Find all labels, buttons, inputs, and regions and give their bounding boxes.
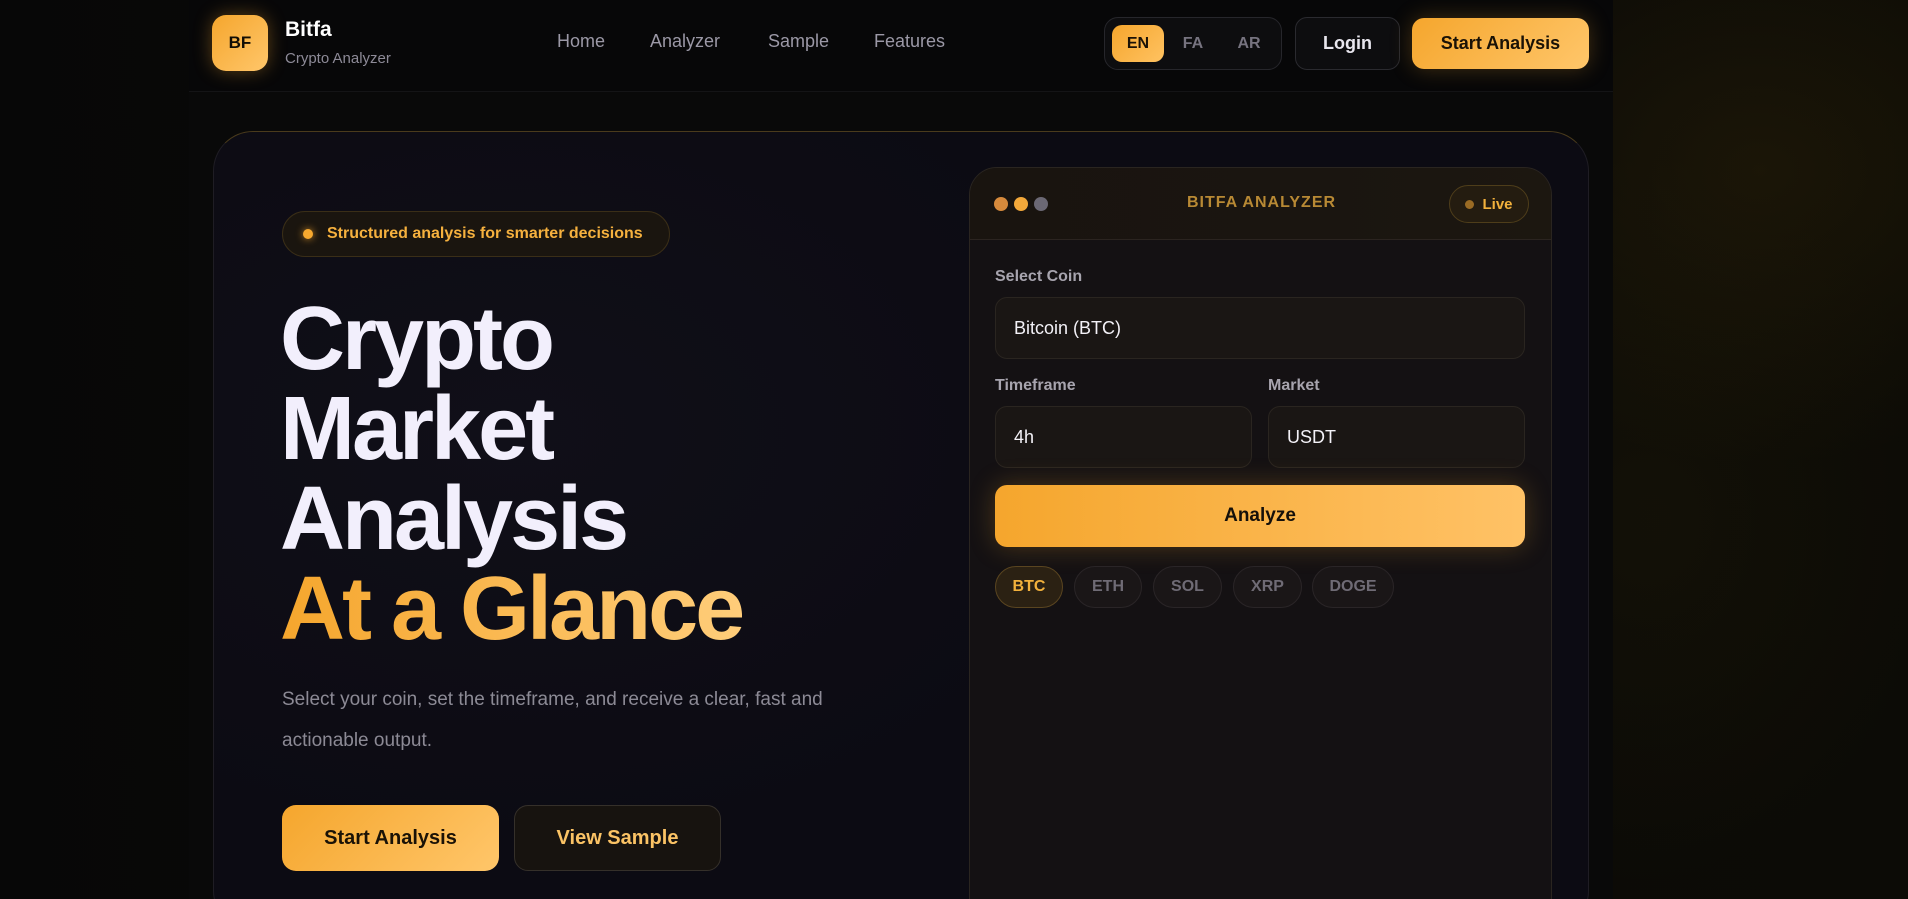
market-label: Market <box>1268 377 1320 394</box>
hero-title-accent-text: At a Glance <box>280 559 745 659</box>
nav-link-analyzer[interactable]: Analyzer <box>650 31 720 52</box>
quick-coin-btc[interactable]: BTC <box>995 566 1063 608</box>
login-button[interactable]: Login <box>1295 17 1400 70</box>
quick-coin-doge[interactable]: DOGE <box>1312 566 1394 608</box>
market-select-value: USDT <box>1287 426 1336 447</box>
analyzer-panel-header: BITFA ANALYZER Live <box>970 168 1551 240</box>
live-dot-icon <box>1465 199 1475 209</box>
quick-coin-sol[interactable]: SOL <box>1153 566 1222 608</box>
nav-link-sample[interactable]: Sample <box>768 31 829 52</box>
coin-select[interactable]: Bitcoin (BTC) <box>995 297 1525 359</box>
hero-description: Select your coin, set the timeframe, and… <box>282 689 823 751</box>
tagline-pill: Structured analysis for smarter decision… <box>282 211 670 257</box>
lang-ar-button[interactable]: AR <box>1223 25 1275 62</box>
timeframe-select-value: 4h <box>1014 426 1035 447</box>
nav-link-home[interactable]: Home <box>557 31 605 52</box>
brand-name[interactable]: Bitfa <box>285 18 332 42</box>
timeframe-select[interactable]: 4h <box>995 406 1252 468</box>
lang-fa-button[interactable]: FA <box>1167 25 1219 62</box>
timeframe-label: Timeframe <box>995 377 1076 394</box>
nav-link-features[interactable]: Features <box>874 31 945 52</box>
hero-title-line-2: Market <box>280 379 555 479</box>
market-select[interactable]: USDT <box>1268 406 1525 468</box>
tagline-text: Structured analysis for smarter decision… <box>327 225 643 242</box>
hero-title-line-1: Crypto <box>280 289 555 389</box>
analyze-button[interactable]: Analyze <box>995 485 1525 547</box>
quick-coin-xrp[interactable]: XRP <box>1233 566 1302 608</box>
coin-select-value: Bitcoin (BTC) <box>1014 317 1122 338</box>
live-status-text: Live <box>1482 195 1513 213</box>
start-analysis-button[interactable]: Start Analysis <box>282 805 499 871</box>
hero-title-line-3: Analysis <box>280 469 629 569</box>
analyzer-panel: BITFA ANALYZER Live Select Coin Bitcoin … <box>969 167 1552 899</box>
header-start-analysis-button[interactable]: Start Analysis <box>1412 18 1589 69</box>
logo-badge[interactable]: BF <box>212 15 268 71</box>
pill-dot-icon <box>303 229 313 239</box>
quick-coin-eth[interactable]: ETH <box>1074 566 1142 608</box>
live-status-badge: Live <box>1449 185 1529 223</box>
language-switcher: EN FA AR <box>1104 17 1282 70</box>
lang-en-button[interactable]: EN <box>1112 25 1164 62</box>
view-sample-button[interactable]: View Sample <box>514 805 721 871</box>
coin-label: Select Coin <box>995 268 1083 285</box>
hero-title-accent: At a Glance <box>280 564 745 654</box>
brand-subtitle: Crypto Analyzer <box>285 50 391 67</box>
